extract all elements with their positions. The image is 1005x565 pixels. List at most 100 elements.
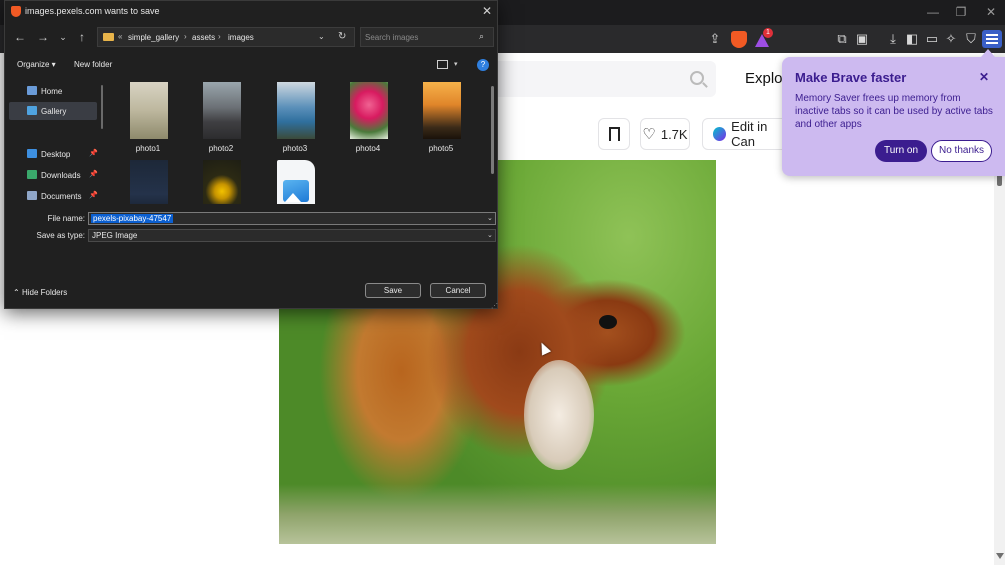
scroll-down-icon[interactable] <box>996 553 1004 559</box>
breadcrumb-simple-gallery[interactable]: simple_gallery <box>128 33 179 42</box>
save-as-type-label: Save as type: <box>36 231 85 240</box>
sidebar-icon[interactable]: ◧ <box>903 31 921 47</box>
search-icon[interactable] <box>690 71 704 85</box>
close-window-button[interactable]: ✕ <box>976 4 1005 20</box>
dialog-close-icon[interactable]: ✕ <box>482 4 492 18</box>
breadcrumb-separator[interactable]: › <box>218 32 221 41</box>
organize-menu-button[interactable]: Organize ▾ <box>17 60 56 69</box>
refresh-icon[interactable]: ↻ <box>338 31 346 42</box>
dark-thumbnail <box>130 160 168 204</box>
pin-icon[interactable]: 📌 <box>89 191 98 199</box>
save-as-type-chevron-icon[interactable]: ⌄ <box>487 231 493 239</box>
screenshot-icon[interactable]: ▣ <box>853 31 871 47</box>
file-name-label: photo1 <box>135 144 161 153</box>
downloads-icon[interactable]: ⤓ <box>884 31 902 47</box>
file-item[interactable]: photo3 <box>267 79 323 159</box>
nav-item-home[interactable]: Home <box>9 82 97 100</box>
vpn-icon[interactable]: ⛉ <box>962 31 980 47</box>
nav-item-desktop[interactable]: Desktop 📌 <box>9 145 98 163</box>
nav-item-label: Home <box>41 87 63 96</box>
maximize-window-button[interactable]: ❐ <box>946 4 976 20</box>
file-item[interactable]: photo2 <box>193 79 249 159</box>
search-images-box[interactable]: ⌕ <box>360 27 494 47</box>
dialog-titlebar[interactable]: images.pexels.com wants to save ✕ <box>5 1 499 21</box>
file-item[interactable] <box>193 157 249 204</box>
minimize-window-button[interactable]: — <box>918 4 948 20</box>
up-folder-arrow-icon[interactable]: ↑ <box>75 30 89 44</box>
file-item[interactable] <box>267 157 323 204</box>
coast-thumbnail <box>277 82 315 139</box>
flowers-thumbnail <box>130 82 168 139</box>
brave-shields-icon[interactable] <box>731 31 747 48</box>
view-options-chevron-icon[interactable]: ▾ <box>454 60 458 68</box>
hide-folders-button[interactable]: ⌃ Hide Folders <box>13 288 67 297</box>
save-button[interactable]: Save <box>365 283 421 298</box>
address-dropdown-chevron-icon[interactable]: ⌄ <box>318 32 325 41</box>
site-search-bar[interactable] <box>496 61 716 97</box>
file-item[interactable]: photo1 <box>120 79 176 159</box>
navigation-pane-scrollbar[interactable] <box>101 85 103 129</box>
extensions-icon[interactable]: ⧉ <box>833 31 851 47</box>
nav-item-label: Desktop <box>41 150 71 159</box>
file-name-value[interactable]: pexels-pixabay-47547 <box>91 214 174 223</box>
turn-on-button[interactable]: Turn on <box>875 140 927 162</box>
change-view-icon[interactable] <box>437 60 448 69</box>
yellow-flower-thumbnail <box>203 160 241 204</box>
brave-rewards-icon[interactable]: 1 <box>755 28 773 48</box>
like-button[interactable]: ♡ 1.7K <box>640 118 690 150</box>
new-folder-button[interactable]: New folder <box>74 60 112 69</box>
image-file-icon <box>277 160 315 204</box>
file-name-label: photo5 <box>428 144 454 153</box>
cancel-button[interactable]: Cancel <box>430 283 486 298</box>
breadcrumb-images[interactable]: images <box>228 33 254 42</box>
rose-thumbnail <box>350 82 388 139</box>
help-icon[interactable]: ? <box>477 59 489 71</box>
no-thanks-button[interactable]: No thanks <box>931 140 992 162</box>
share-icon[interactable]: ⇪ <box>706 31 724 47</box>
edit-in-canva-button[interactable]: Edit in Can <box>702 118 792 150</box>
breadcrumb-assets[interactable]: assets <box>192 33 215 42</box>
popup-close-icon[interactable]: ✕ <box>979 70 989 84</box>
breadcrumb-overflow[interactable]: « <box>118 32 122 41</box>
wallet-icon[interactable]: ▭ <box>923 31 941 47</box>
pin-icon[interactable]: 📌 <box>89 170 98 178</box>
back-arrow-icon[interactable]: ← <box>13 30 27 44</box>
navigation-pane: Home Gallery Desktop 📌 Downloads 📌 Documents 📌 <box>5 79 105 204</box>
nav-item-downloads[interactable]: Downloads 📌 <box>9 166 98 184</box>
photo-detail <box>279 484 716 544</box>
leo-ai-icon[interactable]: ✧ <box>942 31 960 47</box>
file-name-label: photo2 <box>208 144 234 153</box>
nav-item-gallery[interactable]: Gallery <box>9 102 97 120</box>
file-item[interactable] <box>120 157 176 204</box>
brave-app-icon <box>11 6 21 17</box>
bookmark-button[interactable] <box>598 118 630 150</box>
hide-folders-label: Hide Folders <box>21 288 68 297</box>
search-icon[interactable]: ⌕ <box>479 31 484 42</box>
rewards-badge-count: 1 <box>763 28 773 38</box>
recent-locations-chevron-icon[interactable]: ⌄ <box>56 30 70 44</box>
file-item[interactable]: photo5 <box>413 79 469 159</box>
menu-icon[interactable] <box>982 30 1002 48</box>
breadcrumb-separator[interactable]: › <box>184 32 187 41</box>
dialog-title: images.pexels.com wants to save <box>25 6 160 16</box>
nav-item-label: Documents <box>41 192 82 201</box>
save-as-type-select[interactable]: JPEG Image ⌄ <box>88 229 496 242</box>
chevron-up-icon: ⌃ <box>13 288 20 297</box>
canva-icon <box>713 127 727 141</box>
documents-folder-icon <box>27 191 37 200</box>
popup-body: Memory Saver frees up memory from inacti… <box>795 93 993 130</box>
heart-icon: ♡ <box>642 126 656 143</box>
resize-grip-icon[interactable]: ⋰ <box>491 302 498 310</box>
nav-item-documents[interactable]: Documents 📌 <box>9 187 98 205</box>
forward-arrow-icon[interactable]: → <box>36 30 50 44</box>
files-view-scrollbar[interactable] <box>491 86 494 174</box>
file-name-dropdown-chevron-icon[interactable]: ⌄ <box>487 214 493 222</box>
file-name-label: File name: <box>47 214 85 223</box>
file-item[interactable]: photo4 <box>340 79 396 159</box>
pin-icon[interactable]: 📌 <box>89 149 98 157</box>
address-bar[interactable]: « simple_gallery › assets › images ⌄ ↻ <box>97 27 355 47</box>
sunset-thumbnail <box>423 82 461 139</box>
gallery-folder-icon <box>27 106 37 115</box>
file-name-field[interactable]: pexels-pixabay-47547 ⌄ <box>88 212 496 225</box>
search-images-input[interactable] <box>365 31 475 43</box>
